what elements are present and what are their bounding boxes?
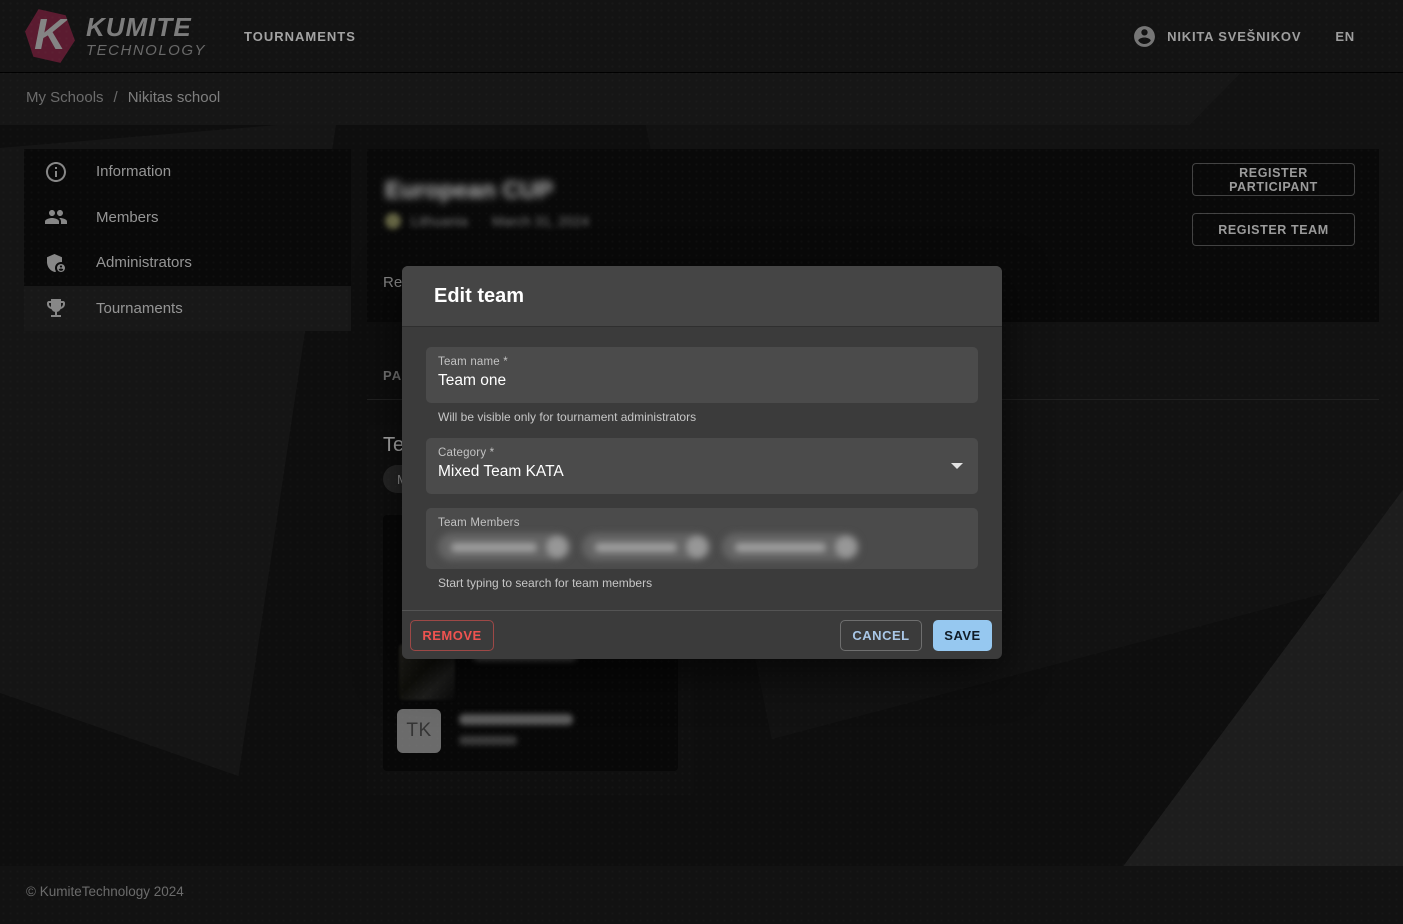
cancel-button[interactable]: CANCEL	[840, 620, 922, 651]
team-name-label: Team name *	[438, 356, 966, 368]
chip-remove-icon[interactable]	[835, 536, 857, 558]
team-name-value: Team one	[438, 372, 966, 390]
team-members-field[interactable]: Team Members	[426, 508, 978, 569]
chip-remove-icon[interactable]	[546, 536, 568, 558]
modal-body: Team name * Team one Will be visible onl…	[402, 327, 1002, 590]
team-members-helper: Start typing to search for team members	[438, 576, 978, 590]
member-chip-redacted[interactable]	[582, 533, 711, 561]
save-button[interactable]: SAVE	[933, 620, 992, 651]
modal-title: Edit team	[434, 285, 524, 308]
chip-remove-icon[interactable]	[686, 536, 708, 558]
redacted-chip-name	[451, 543, 537, 552]
category-label: Category *	[438, 447, 966, 459]
redacted-chip-name	[595, 543, 677, 552]
team-members-label: Team Members	[438, 517, 966, 529]
team-name-field[interactable]: Team name * Team one	[426, 347, 978, 403]
team-member-chips	[438, 533, 966, 561]
edit-team-modal: Edit team Team name * Team one Will be v…	[402, 266, 1002, 659]
redacted-chip-name	[735, 543, 826, 552]
member-chip-redacted[interactable]	[722, 533, 860, 561]
category-value: Mixed Team KATA	[438, 463, 966, 481]
remove-button[interactable]: REMOVE	[410, 620, 494, 651]
modal-footer: REMOVE CANCEL SAVE	[402, 610, 1002, 659]
team-name-helper: Will be visible only for tournament admi…	[438, 410, 978, 424]
modal-header: Edit team	[402, 266, 1002, 327]
member-chip-redacted[interactable]	[438, 533, 571, 561]
chevron-down-icon	[951, 463, 963, 469]
page: K KUMITE TECHNOLOGY TOURNAMENTS NIKITA S…	[0, 0, 1403, 924]
category-select[interactable]: Category * Mixed Team KATA	[426, 438, 978, 494]
